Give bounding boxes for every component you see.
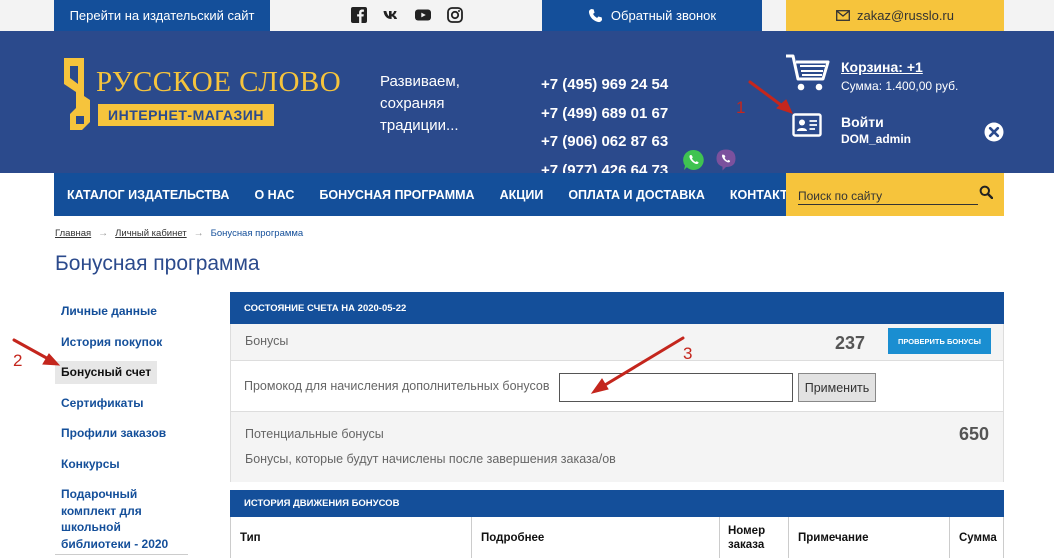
- cart-link[interactable]: Корзина: +1: [841, 59, 923, 75]
- email-link[interactable]: zakaz@russlo.ru: [786, 0, 1004, 31]
- potential-bonus-row: Потенциальные бонусы 650 Бонусы, которые…: [230, 412, 1004, 482]
- login-link[interactable]: Войти: [841, 114, 884, 130]
- breadcrumb-account[interactable]: Личный кабинет: [115, 228, 186, 239]
- phone-number[interactable]: +7 (906) 062 87 63: [541, 128, 668, 157]
- cart-icon[interactable]: [785, 53, 831, 93]
- cart-sum: Сумма: 1.400,00 руб.: [841, 79, 959, 93]
- column-header-order-number: Номер заказа: [720, 517, 789, 558]
- viber-icon[interactable]: [714, 148, 738, 172]
- logo-title: РУССКОЕ СЛОВО: [96, 66, 342, 98]
- top-bar: Перейти на издательский сайт Обратный зв…: [0, 0, 1054, 31]
- close-icon[interactable]: [984, 122, 1004, 142]
- breadcrumb: Главная → Личный кабинет → Бонусная прог…: [55, 228, 303, 239]
- site-logo[interactable]: РУССКОЕ СЛОВО ИНТЕРНЕТ-МАГАЗИН: [54, 56, 341, 136]
- search-box: [786, 173, 1004, 216]
- bonus-value: 237: [835, 333, 866, 353]
- envelope-icon: [836, 10, 850, 21]
- username: DOM_admin: [841, 132, 912, 146]
- annotation-number: 3: [683, 344, 693, 363]
- slogan-line: Развиваем,: [380, 73, 460, 90]
- youtube-icon[interactable]: [414, 6, 432, 24]
- callback-button[interactable]: Обратный звонок: [542, 0, 762, 31]
- slogan: Развиваем, сохраняя традиции...: [380, 71, 510, 137]
- nav-item-promotions[interactable]: АКЦИИ: [500, 188, 544, 202]
- sidebar-item-gift-set[interactable]: Подарочный комплект для школьной библиот…: [55, 483, 190, 555]
- search-icon[interactable]: [979, 185, 993, 199]
- slogan-line: сохраняя: [380, 95, 445, 112]
- phone-list: +7 (495) 969 24 54 +7 (499) 689 01 67 +7…: [541, 71, 668, 185]
- column-header-details: Подробнее: [472, 517, 720, 558]
- sidebar-item-contests[interactable]: Конкурсы: [55, 453, 190, 476]
- promo-label: Промокод для начисления дополнительных б…: [244, 379, 550, 393]
- breadcrumb-arrow-icon: →: [98, 228, 109, 239]
- promo-code-input[interactable]: [559, 373, 793, 402]
- bonus-history-table: Тип Подробнее Номер заказа Примечание Су…: [230, 517, 1004, 558]
- breadcrumb-current: Бонусная программа: [210, 228, 304, 239]
- publisher-site-link[interactable]: Перейти на издательский сайт: [54, 0, 270, 31]
- user-card-icon[interactable]: [792, 113, 822, 137]
- promo-row: Промокод для начисления дополнительных б…: [230, 360, 1004, 412]
- potential-value: 650: [959, 424, 990, 444]
- page-title: Бонусная программа: [55, 252, 260, 275]
- email-text: zakaz@russlo.ru: [856, 8, 954, 23]
- callback-label: Обратный звонок: [610, 8, 717, 23]
- nav-item-bonus[interactable]: БОНУСНАЯ ПРОГРАММА: [319, 188, 474, 202]
- annotation-number: 1: [736, 98, 746, 117]
- nav-item-catalog[interactable]: КАТАЛОГ ИЗДАТЕЛЬСТВА: [67, 188, 229, 202]
- bonus-row: Бонусы 237 ПРОВЕРИТЬ БОНУСЫ: [230, 324, 1004, 360]
- sidebar-item-personal-data[interactable]: Личные данные: [55, 300, 190, 323]
- apply-promo-button[interactable]: Применить: [798, 373, 876, 402]
- facebook-icon[interactable]: [350, 6, 368, 24]
- annotation-number: 2: [13, 351, 23, 370]
- site-header: РУССКОЕ СЛОВО ИНТЕРНЕТ-МАГАЗИН Развиваем…: [0, 31, 1054, 179]
- sidebar-item-purchase-history[interactable]: История покупок: [55, 331, 190, 354]
- account-sidebar: Личные данные История покупок Бонусный с…: [55, 300, 190, 558]
- social-links: [350, 6, 464, 24]
- vk-icon[interactable]: [382, 6, 400, 24]
- phone-icon: [588, 8, 602, 23]
- check-bonus-button[interactable]: ПРОВЕРИТЬ БОНУСЫ: [888, 328, 991, 354]
- sidebar-item-bonus-account[interactable]: Бонусный счет: [55, 361, 158, 384]
- bonus-label: Бонусы: [245, 334, 289, 348]
- nav-item-about[interactable]: О НАС: [254, 188, 294, 202]
- nav-item-payment-delivery[interactable]: ОПЛАТА И ДОСТАВКА: [568, 188, 705, 202]
- account-state-header: СОСТОЯНИЕ СЧЕТА НА 2020-05-22: [230, 292, 1004, 324]
- sidebar-item-certificates[interactable]: Сертификаты: [55, 392, 190, 415]
- breadcrumb-home[interactable]: Главная: [55, 228, 91, 239]
- whatsapp-icon[interactable]: [682, 148, 706, 172]
- logo-emblem-icon: [64, 58, 90, 130]
- slogan-line: традиции...: [380, 117, 459, 134]
- potential-label: Потенциальные бонусы: [245, 427, 384, 441]
- breadcrumb-arrow-icon: →: [193, 228, 204, 239]
- search-input[interactable]: [798, 187, 978, 205]
- logo-subtitle: ИНТЕРНЕТ-МАГАЗИН: [98, 104, 274, 126]
- potential-note: Бонусы, которые будут начислены после за…: [245, 452, 616, 466]
- phone-number[interactable]: +7 (499) 689 01 67: [541, 100, 668, 129]
- phone-number[interactable]: +7 (495) 969 24 54: [541, 71, 668, 100]
- column-header-type: Тип: [231, 517, 472, 558]
- sidebar-item-order-profiles[interactable]: Профили заказов: [55, 422, 190, 445]
- bonus-history-header: ИСТОРИЯ ДВИЖЕНИЯ БОНУСОВ: [230, 490, 1004, 517]
- main-nav: КАТАЛОГ ИЗДАТЕЛЬСТВА О НАС БОНУСНАЯ ПРОГ…: [54, 173, 800, 216]
- column-header-note: Примечание: [789, 517, 950, 558]
- sidebar-divider: [55, 554, 188, 555]
- column-header-sum: Сумма: [959, 531, 997, 544]
- bonus-panel: СОСТОЯНИЕ СЧЕТА НА 2020-05-22 Бонусы 237…: [230, 292, 1004, 558]
- instagram-icon[interactable]: [446, 6, 464, 24]
